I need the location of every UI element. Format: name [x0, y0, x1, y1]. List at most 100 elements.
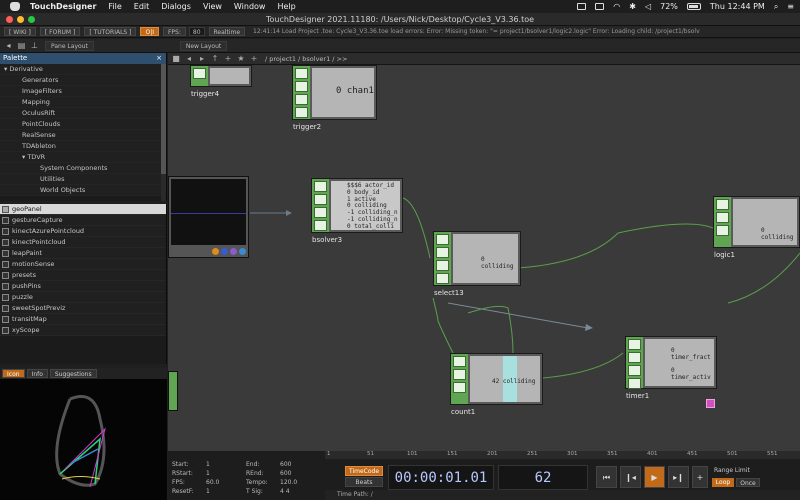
end-field[interactable]: 600 — [280, 461, 291, 469]
skip-back-icon[interactable]: ⏮ — [596, 466, 617, 488]
power-toggle[interactable]: O|I — [140, 27, 159, 36]
arrow-left-icon[interactable]: ◂ — [184, 54, 194, 63]
add-icon[interactable]: + — [223, 54, 233, 63]
arrow-right-icon[interactable]: ▸ — [197, 54, 207, 63]
flag-icon[interactable] — [230, 248, 237, 255]
bluetooth-icon[interactable]: ✱ — [629, 2, 636, 11]
wiki-button[interactable]: [ WIKI ] — [4, 27, 36, 36]
component-item[interactable]: leapPaint — [0, 248, 166, 259]
network-editor[interactable]: trigger4 0 chan1 trigger2 $$$6 actor_id 0… — [168, 53, 800, 451]
apple-icon[interactable] — [10, 2, 20, 11]
component-item[interactable]: pushPins — [0, 281, 166, 292]
component-item[interactable]: sweetSpotPreviz — [0, 303, 166, 314]
partial-node[interactable] — [168, 371, 178, 411]
palette-scrollbar[interactable] — [161, 64, 166, 201]
component-item[interactable]: presets — [0, 270, 166, 281]
component-item[interactable]: kinectPointcloud — [0, 237, 166, 248]
menu-edit[interactable]: Edit — [134, 2, 150, 11]
fps-field[interactable]: 60.0 — [206, 479, 219, 487]
wifi-icon[interactable]: ◠ — [613, 2, 620, 11]
flag-icon[interactable] — [221, 248, 228, 255]
search-icon[interactable]: ⌕ — [774, 2, 778, 12]
component-item[interactable]: xyScope — [0, 325, 166, 336]
time-path[interactable]: Time Path: / — [325, 490, 800, 500]
arrow-left-icon[interactable]: ◂ — [4, 41, 13, 50]
battery-icon[interactable] — [686, 3, 701, 10]
palette-item[interactable]: Generators — [0, 75, 166, 86]
timeline-ruler[interactable]: 1 51 101 151 201 251 301 351 401 451 501 551 — [325, 451, 800, 459]
flag-icon[interactable] — [239, 248, 246, 255]
tempo-field[interactable]: 120.0 — [280, 479, 297, 487]
up-icon[interactable]: ↑ — [210, 54, 220, 63]
resetf-field[interactable]: 1 — [206, 488, 210, 496]
component-item[interactable]: kinectAzurePointcloud — [0, 226, 166, 237]
new-layout-button[interactable]: New Layout — [179, 40, 228, 51]
palette-item[interactable]: TDAbleton — [0, 141, 166, 152]
start-field[interactable]: 1 — [206, 461, 210, 469]
menu-window[interactable]: Window — [234, 2, 266, 11]
palette-item[interactable]: RealSense — [0, 130, 166, 141]
play-icon[interactable]: ▶ — [644, 466, 665, 488]
pin-icon[interactable]: ⊥ — [30, 41, 39, 50]
star-icon[interactable]: ★ — [236, 54, 246, 63]
tsig-field[interactable]: 4 4 — [280, 488, 290, 496]
palette-item[interactable]: PointClouds — [0, 119, 166, 130]
once-button[interactable]: Once — [736, 478, 760, 487]
speed-icon[interactable]: + — [692, 466, 708, 488]
realtime-toggle[interactable]: Realtime — [208, 27, 246, 36]
menu-dialogs[interactable]: Dialogs — [161, 2, 191, 11]
node-trigger2[interactable]: 0 chan1 trigger2 — [292, 65, 377, 131]
tutorials-button[interactable]: [ TUTORIALS ] — [84, 27, 137, 36]
app-menu[interactable]: TouchDesigner — [30, 2, 96, 11]
menu-view[interactable]: View — [203, 2, 222, 11]
beats-toggle[interactable]: Beats — [345, 477, 383, 487]
palette-item[interactable]: ImageFilters — [0, 86, 166, 97]
step-forward-icon[interactable]: ▸❙ — [668, 466, 689, 488]
fps-field[interactable]: 80 — [188, 27, 205, 36]
pane-layout-button[interactable]: Pane Layout — [45, 40, 94, 51]
component-item[interactable]: puzzle — [0, 292, 166, 303]
split-icon[interactable]: ▤ — [17, 41, 26, 50]
palette-item[interactable]: Utilities — [0, 174, 166, 185]
plus-icon[interactable]: + — [249, 54, 259, 63]
component-item[interactable]: transitMap — [0, 314, 166, 325]
node-bsolver3[interactable]: $$$6 actor_id 0 body_id 1 active 0 collidin… — [311, 178, 403, 244]
screen-icon[interactable] — [577, 3, 587, 10]
viewer-node[interactable] — [168, 176, 249, 258]
network-path[interactable]: / project1 / bsolver1 / >> — [265, 55, 347, 63]
component-item[interactable]: motionSense — [0, 259, 166, 270]
component-item[interactable]: geoPanel — [0, 204, 166, 215]
component-item[interactable]: gestureCapture — [0, 215, 166, 226]
rstart-field[interactable]: 1 — [206, 470, 210, 478]
palette-item[interactable]: World Objects — [0, 185, 166, 196]
node-count1[interactable]: 42 colliding count1 — [450, 353, 543, 416]
volume-icon[interactable]: ◁ — [645, 2, 651, 11]
clock[interactable]: Thu 12:44 PM — [710, 2, 765, 11]
step-back-icon[interactable]: ❙◂ — [620, 466, 641, 488]
frame-display[interactable]: 62 — [498, 465, 588, 490]
node-trigger4[interactable]: trigger4 — [190, 65, 252, 98]
node-logic1[interactable]: 0 colliding logic1 — [713, 196, 800, 259]
node-timer1[interactable]: 0 timer_fract 0 timer_activ timer1 — [625, 336, 717, 400]
pink-flag-icon[interactable] — [706, 399, 715, 408]
flag-icon[interactable] — [212, 248, 219, 255]
tab-icon[interactable]: Icon — [2, 369, 25, 378]
palette-item[interactable]: System Components — [0, 163, 166, 174]
timecode-display[interactable]: 00:00:01.01 — [388, 465, 494, 490]
close-icon[interactable]: × — [156, 53, 162, 64]
tab-info[interactable]: Info — [26, 369, 48, 378]
control-center-icon[interactable]: ≡ — [787, 2, 794, 11]
menu-file[interactable]: File — [108, 2, 121, 11]
node-select13[interactable]: 0 colliding select13 — [433, 231, 521, 297]
palette-item[interactable]: OculusRift — [0, 108, 166, 119]
forum-button[interactable]: [ FORUM ] — [39, 27, 81, 36]
timecode-toggle[interactable]: TimeCode — [345, 466, 383, 476]
palette-item[interactable]: ▾ Derivative — [0, 64, 166, 75]
menu-help[interactable]: Help — [277, 2, 295, 11]
display-icon[interactable] — [595, 3, 605, 10]
loop-button[interactable]: Loop — [712, 478, 734, 487]
rend-field[interactable]: 600 — [280, 470, 291, 478]
palette-item[interactable]: Mapping — [0, 97, 166, 108]
palette-item[interactable]: ▾ TDVR — [0, 152, 166, 163]
tab-suggestions[interactable]: Suggestions — [49, 369, 97, 378]
